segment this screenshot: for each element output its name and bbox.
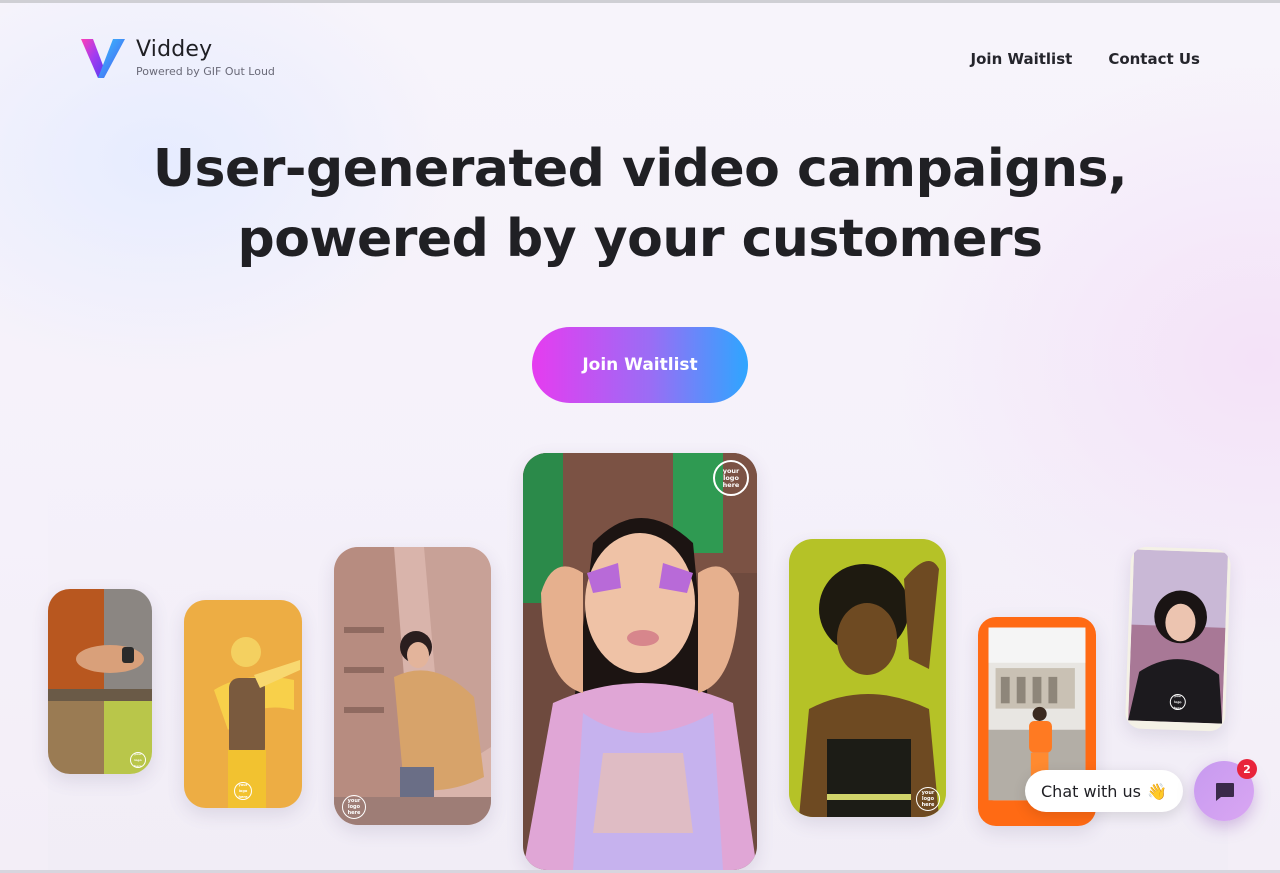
logo-placeholder-badge: your logo here xyxy=(916,787,940,811)
top-nav: Join Waitlist Contact Us xyxy=(971,48,1200,70)
video-thumbnail xyxy=(48,589,152,774)
video-card-7[interactable]: your logo here xyxy=(1124,546,1232,732)
video-thumbnail xyxy=(334,547,491,825)
logo-placeholder-badge: your logo here xyxy=(234,782,252,800)
headline-line-2: powered by your customers xyxy=(237,209,1043,269)
video-card-4-featured[interactable]: your logo here xyxy=(523,453,757,870)
video-thumbnail xyxy=(523,453,757,870)
headline-line-1: User-generated video campaigns, xyxy=(152,139,1128,199)
logo-placeholder-badge: your logo here xyxy=(342,795,366,819)
video-card-5[interactable]: your logo here xyxy=(789,539,946,817)
hero-headline: User-generated video campaigns, powered … xyxy=(0,134,1280,274)
logo-placeholder-badge: your logo here xyxy=(130,752,146,768)
brand-logo[interactable]: Viddey Powered by GIF Out Loud xyxy=(80,36,275,80)
brand-tagline: Powered by GIF Out Loud xyxy=(136,65,275,78)
top-border xyxy=(0,0,1280,3)
video-thumbnail xyxy=(184,600,302,808)
video-card-2[interactable]: your logo here xyxy=(184,600,302,808)
nav-join-waitlist[interactable]: Join Waitlist xyxy=(971,48,1073,70)
brand-name: Viddey xyxy=(136,37,213,62)
chat-greeting-bubble[interactable]: Chat with us 👋 xyxy=(1025,770,1183,812)
chat-message-icon xyxy=(1215,783,1234,801)
nav-contact-us[interactable]: Contact Us xyxy=(1108,48,1200,70)
logo-placeholder-badge: your logo here xyxy=(713,460,749,496)
wave-emoji-icon: 👋 xyxy=(1146,781,1167,801)
logo-placeholder-badge: your logo here xyxy=(1169,693,1187,711)
viddey-logo-icon xyxy=(81,39,125,78)
video-thumbnail xyxy=(789,539,946,817)
video-card-1[interactable]: your logo here xyxy=(48,589,152,774)
video-card-3[interactable]: your logo here xyxy=(334,547,491,825)
chat-label: Chat with us xyxy=(1041,781,1141,801)
chat-unread-badge: 2 xyxy=(1237,759,1257,779)
join-waitlist-button[interactable]: Join Waitlist xyxy=(532,327,748,403)
